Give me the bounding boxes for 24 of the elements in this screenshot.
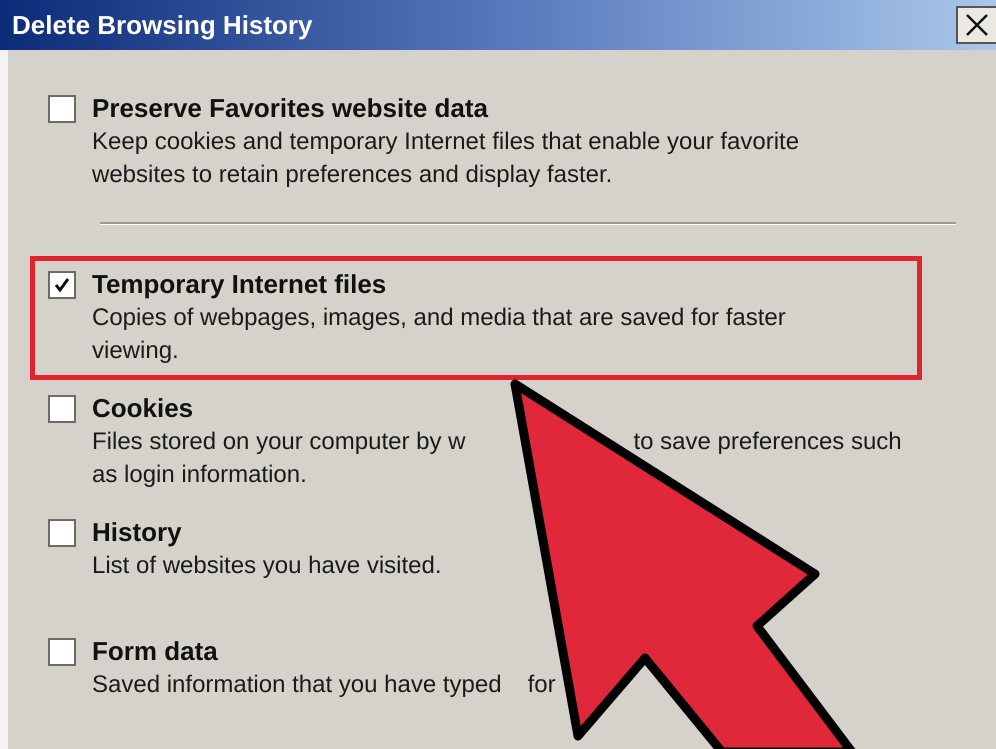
checkbox[interactable] (48, 271, 76, 299)
option-description: Copies of webpages, images, and media that are saved for faster (92, 303, 786, 333)
option-description: websites to retain preferences and display faster. (92, 160, 612, 190)
option-label: Preserve Favorites website data (92, 92, 490, 125)
checkmark-icon (53, 276, 71, 294)
checkbox[interactable] (48, 395, 76, 423)
checkbox[interactable] (48, 95, 76, 123)
option-description: Saved information that you have typed (92, 670, 502, 700)
checkbox[interactable] (48, 519, 76, 547)
option-description: as login information. (92, 460, 307, 490)
option-description: Files stored on your computer by w (92, 427, 466, 457)
option-description: Keep cookies and temporary Internet files that enable your favorite (92, 127, 800, 157)
close-icon (964, 12, 990, 38)
option-label: Temporary Internet files (92, 268, 388, 301)
option-description: viewing. (92, 336, 179, 366)
option-label: History (92, 516, 183, 549)
option-description: List of websites you have visited. (92, 551, 442, 581)
window-title: Delete Browsing History (12, 10, 313, 40)
option-label: Form data (92, 635, 219, 668)
option-label: Cookies (92, 392, 194, 425)
checkbox[interactable] (48, 638, 76, 666)
close-button[interactable] (956, 6, 996, 44)
option-description: for (528, 670, 556, 700)
option-description: to save preferences such (634, 427, 902, 457)
